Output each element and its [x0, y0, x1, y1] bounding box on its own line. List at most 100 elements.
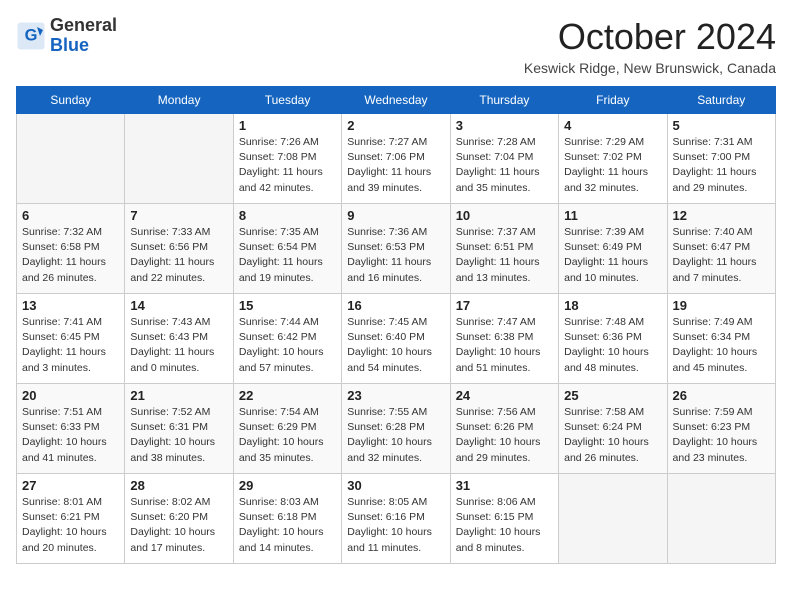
day-number: 1	[239, 118, 336, 133]
logo: G General Blue	[16, 16, 117, 56]
day-info: Sunrise: 7:26 AMSunset: 7:08 PMDaylight:…	[239, 135, 336, 196]
day-number: 3	[456, 118, 553, 133]
column-header-sunday: Sunday	[17, 87, 125, 114]
column-header-friday: Friday	[559, 87, 667, 114]
week-row: 20Sunrise: 7:51 AMSunset: 6:33 PMDayligh…	[17, 384, 776, 474]
day-number: 4	[564, 118, 661, 133]
calendar-cell: 4Sunrise: 7:29 AMSunset: 7:02 PMDaylight…	[559, 114, 667, 204]
svg-text:G: G	[25, 26, 38, 44]
day-number: 25	[564, 388, 661, 403]
week-row: 27Sunrise: 8:01 AMSunset: 6:21 PMDayligh…	[17, 474, 776, 564]
day-info: Sunrise: 7:59 AMSunset: 6:23 PMDaylight:…	[673, 405, 770, 466]
day-number: 5	[673, 118, 770, 133]
logo-text: General Blue	[50, 16, 117, 56]
day-number: 17	[456, 298, 553, 313]
day-number: 21	[130, 388, 227, 403]
calendar-cell: 28 Sunrise: 8:02 AMSunset: 6:20 PMDayligh…	[125, 474, 233, 564]
day-number: 8	[239, 208, 336, 223]
calendar-cell: 3 Sunrise: 7:28 AMSunset: 7:04 PMDaylight…	[450, 114, 558, 204]
calendar-cell: 2 Sunrise: 7:27 AMSunset: 7:06 PMDaylight…	[342, 114, 450, 204]
month-title: October 2024	[524, 16, 776, 58]
column-header-wednesday: Wednesday	[342, 87, 450, 114]
calendar-cell: 26 Sunrise: 7:59 AMSunset: 6:23 PMDayligh…	[667, 384, 775, 474]
calendar-cell: 29Sunrise: 8:03 AMSunset: 6:18 PMDayligh…	[233, 474, 341, 564]
calendar-cell: 1 Sunrise: 7:26 AMSunset: 7:08 PMDaylight…	[233, 114, 341, 204]
column-header-tuesday: Tuesday	[233, 87, 341, 114]
week-row: 1 Sunrise: 7:26 AMSunset: 7:08 PMDaylight…	[17, 114, 776, 204]
day-info: Sunrise: 7:39 AMSunset: 6:49 PMDaylight:…	[564, 225, 661, 286]
calendar-cell: 10Sunrise: 7:37 AMSunset: 6:51 PMDayligh…	[450, 204, 558, 294]
calendar-cell: 24Sunrise: 7:56 AMSunset: 6:26 PMDayligh…	[450, 384, 558, 474]
day-number: 10	[456, 208, 553, 223]
calendar-cell: 8 Sunrise: 7:35 AMSunset: 6:54 PMDaylight…	[233, 204, 341, 294]
day-number: 9	[347, 208, 444, 223]
day-info: Sunrise: 7:36 AMSunset: 6:53 PMDaylight:…	[347, 225, 444, 286]
day-info: Sunrise: 7:44 AMSunset: 6:42 PMDaylight:…	[239, 315, 336, 376]
day-number: 6	[22, 208, 119, 223]
day-info: Sunrise: 8:02 AMSunset: 6:20 PMDaylight:…	[130, 495, 227, 556]
calendar-header-row: SundayMondayTuesdayWednesdayThursdayFrid…	[17, 87, 776, 114]
day-number: 28	[130, 478, 227, 493]
calendar-cell: 5Sunrise: 7:31 AMSunset: 7:00 PMDaylight…	[667, 114, 775, 204]
calendar-cell	[667, 474, 775, 564]
week-row: 6 Sunrise: 7:32 AMSunset: 6:58 PMDaylight…	[17, 204, 776, 294]
day-info: Sunrise: 7:54 AMSunset: 6:29 PMDaylight:…	[239, 405, 336, 466]
calendar-cell: 7Sunrise: 7:33 AMSunset: 6:56 PMDaylight…	[125, 204, 233, 294]
calendar-cell: 18Sunrise: 7:48 AMSunset: 6:36 PMDayligh…	[559, 294, 667, 384]
day-info: Sunrise: 7:32 AMSunset: 6:58 PMDaylight:…	[22, 225, 119, 286]
day-info: Sunrise: 7:58 AMSunset: 6:24 PMDaylight:…	[564, 405, 661, 466]
day-info: Sunrise: 7:55 AMSunset: 6:28 PMDaylight:…	[347, 405, 444, 466]
column-header-monday: Monday	[125, 87, 233, 114]
calendar-cell: 22 Sunrise: 7:54 AMSunset: 6:29 PMDayligh…	[233, 384, 341, 474]
day-info: Sunrise: 7:45 AMSunset: 6:40 PMDaylight:…	[347, 315, 444, 376]
calendar-cell: 9 Sunrise: 7:36 AMSunset: 6:53 PMDaylight…	[342, 204, 450, 294]
day-info: Sunrise: 7:48 AMSunset: 6:36 PMDaylight:…	[564, 315, 661, 376]
calendar-cell: 31 Sunrise: 8:06 AMSunset: 6:15 PMDayligh…	[450, 474, 558, 564]
day-number: 16	[347, 298, 444, 313]
day-info: Sunrise: 7:27 AMSunset: 7:06 PMDaylight:…	[347, 135, 444, 196]
logo-general: General	[50, 16, 117, 36]
calendar-cell: 14 Sunrise: 7:43 AMSunset: 6:43 PMDayligh…	[125, 294, 233, 384]
day-number: 14	[130, 298, 227, 313]
day-info: Sunrise: 7:56 AMSunset: 6:26 PMDaylight:…	[456, 405, 553, 466]
calendar-cell: 6 Sunrise: 7:32 AMSunset: 6:58 PMDaylight…	[17, 204, 125, 294]
day-number: 20	[22, 388, 119, 403]
day-info: Sunrise: 7:28 AMSunset: 7:04 PMDaylight:…	[456, 135, 553, 196]
calendar-cell: 19 Sunrise: 7:49 AMSunset: 6:34 PMDayligh…	[667, 294, 775, 384]
calendar-cell	[559, 474, 667, 564]
calendar-cell: 17 Sunrise: 7:47 AMSunset: 6:38 PMDayligh…	[450, 294, 558, 384]
day-info: Sunrise: 7:47 AMSunset: 6:38 PMDaylight:…	[456, 315, 553, 376]
page-header: G General Blue October 2024 Keswick Ridg…	[16, 16, 776, 76]
day-number: 13	[22, 298, 119, 313]
column-header-saturday: Saturday	[667, 87, 775, 114]
logo-blue: Blue	[50, 36, 117, 56]
calendar-cell: 23Sunrise: 7:55 AMSunset: 6:28 PMDayligh…	[342, 384, 450, 474]
day-number: 2	[347, 118, 444, 133]
day-number: 19	[673, 298, 770, 313]
day-info: Sunrise: 7:49 AMSunset: 6:34 PMDaylight:…	[673, 315, 770, 376]
logo-icon: G	[16, 21, 46, 51]
day-number: 7	[130, 208, 227, 223]
calendar-cell: 30Sunrise: 8:05 AMSunset: 6:16 PMDayligh…	[342, 474, 450, 564]
day-info: Sunrise: 7:43 AMSunset: 6:43 PMDaylight:…	[130, 315, 227, 376]
day-number: 30	[347, 478, 444, 493]
column-header-thursday: Thursday	[450, 87, 558, 114]
calendar-cell: 15 Sunrise: 7:44 AMSunset: 6:42 PMDayligh…	[233, 294, 341, 384]
day-info: Sunrise: 7:40 AMSunset: 6:47 PMDaylight:…	[673, 225, 770, 286]
day-number: 26	[673, 388, 770, 403]
day-number: 11	[564, 208, 661, 223]
day-number: 22	[239, 388, 336, 403]
day-info: Sunrise: 7:52 AMSunset: 6:31 PMDaylight:…	[130, 405, 227, 466]
calendar-cell: 20Sunrise: 7:51 AMSunset: 6:33 PMDayligh…	[17, 384, 125, 474]
calendar-cell: 27Sunrise: 8:01 AMSunset: 6:21 PMDayligh…	[17, 474, 125, 564]
day-info: Sunrise: 8:01 AMSunset: 6:21 PMDaylight:…	[22, 495, 119, 556]
calendar-cell: 16 Sunrise: 7:45 AMSunset: 6:40 PMDayligh…	[342, 294, 450, 384]
calendar: SundayMondayTuesdayWednesdayThursdayFrid…	[16, 86, 776, 564]
day-info: Sunrise: 7:35 AMSunset: 6:54 PMDaylight:…	[239, 225, 336, 286]
day-number: 15	[239, 298, 336, 313]
day-info: Sunrise: 8:06 AMSunset: 6:15 PMDaylight:…	[456, 495, 553, 556]
week-row: 13 Sunrise: 7:41 AMSunset: 6:45 PMDayligh…	[17, 294, 776, 384]
day-info: Sunrise: 7:41 AMSunset: 6:45 PMDaylight:…	[22, 315, 119, 376]
calendar-cell: 21 Sunrise: 7:52 AMSunset: 6:31 PMDayligh…	[125, 384, 233, 474]
day-number: 31	[456, 478, 553, 493]
